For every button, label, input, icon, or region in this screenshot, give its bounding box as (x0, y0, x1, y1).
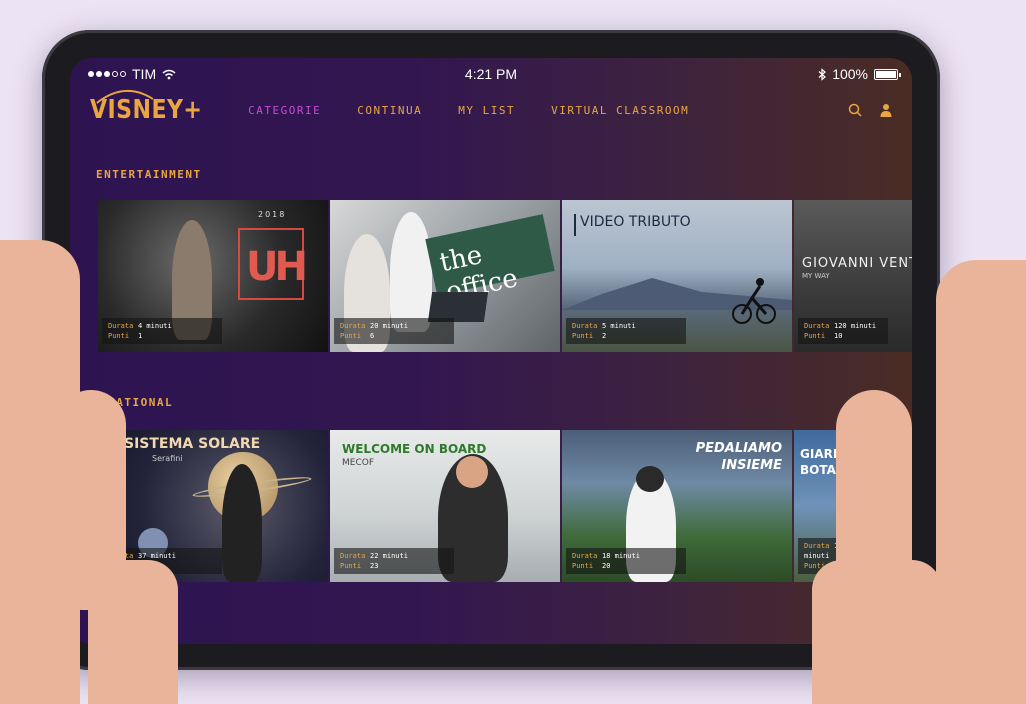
punti-value: 1 (138, 332, 143, 340)
helmet-image (636, 466, 664, 492)
right-palm (812, 560, 942, 704)
user-icon[interactable] (880, 103, 892, 117)
card-meta: Durata 5 minuti Punti 2 (566, 318, 686, 344)
video-card[interactable]: GIOVANNI VENTI MY WAY Durata 120 minuti P… (794, 200, 912, 352)
card-overlay-subtext: MECOF (342, 458, 374, 468)
status-bar: TIM 4:21 PM 100% (70, 58, 912, 88)
card-meta: Durata 20 minuti Punti 6 (334, 318, 454, 344)
durata-label: Durata (340, 322, 366, 330)
durata-label: Durata (340, 552, 366, 560)
logo-arc-icon (96, 89, 154, 104)
durata-label: Durata (572, 552, 598, 560)
nav-item-my-list[interactable]: MY LIST (458, 104, 515, 117)
card-meta: Durata 22 minuti Punti 23 (334, 548, 454, 574)
card-overlay-text: PEDALIAMO INSIEME (695, 441, 782, 473)
punti-value: 20 (602, 562, 611, 570)
punti-label: Punti (108, 332, 130, 340)
status-right: 100% (818, 66, 901, 82)
punti-value: 23 (370, 562, 379, 570)
title-bar-mark (574, 214, 576, 236)
punti-label: Punti (572, 562, 594, 570)
durata-label: Durata (804, 322, 830, 330)
nav-icons (848, 103, 892, 117)
person-figure (390, 212, 432, 332)
nav-item-continua[interactable]: CONTINUA (357, 104, 422, 117)
card-overlay-text: 2018 (258, 210, 287, 219)
durata-value: 37 minuti (138, 552, 176, 560)
row-educational: SISTEMA SOLARE Serafini Durata37 minuti … (98, 430, 912, 582)
punti-value: 6 (370, 332, 375, 340)
punti-label: Punti (340, 332, 362, 340)
durata-label: Durata (572, 322, 598, 330)
app-screen: TIM 4:21 PM 100% VISNEY+ CATEGORIE CONTI… (70, 58, 912, 644)
durata-value: 120 minuti (834, 322, 877, 330)
cyclist-image (732, 278, 776, 324)
app-logo[interactable]: VISNEY+ (90, 89, 202, 125)
durata-value: 5 minuti (602, 322, 636, 330)
video-card[interactable]: PEDALIAMO INSIEME Durata 18 minuti Punti 2… (562, 430, 792, 582)
section-title-entertainment: ENTERTAINMENT (96, 168, 202, 181)
durata-label: Durata (804, 542, 830, 550)
punti-label: Punti (572, 332, 594, 340)
durata-value: 20 minuti (370, 322, 408, 330)
card-overlay-text: VIDEO TRIBUTO (580, 214, 691, 230)
bluetooth-icon (818, 67, 827, 81)
punti-label: Punti (804, 332, 826, 340)
battery-icon (874, 68, 901, 80)
punti-label: Punti (340, 562, 362, 570)
durata-value: 4 minuti (138, 322, 172, 330)
presenter-figure (222, 464, 262, 582)
video-card[interactable]: UH 2018 Durata 4 minuti Punti 1 (98, 200, 328, 352)
video-card[interactable]: WELCOME ON BOARD MECOF Durata 22 minuti P… (330, 430, 560, 582)
search-icon[interactable] (848, 103, 862, 117)
status-time: 4:21 PM (464, 66, 518, 82)
card-meta: Durata 4 minuti Punti 1 (102, 318, 222, 344)
card-meta: Durata 18 minuti Punti 20 (566, 548, 686, 574)
durata-value: 18 minuti (602, 552, 640, 560)
punti-value: 2 (602, 332, 607, 340)
durata-label: Durata (108, 322, 134, 330)
video-card[interactable]: VIDEO TRIBUTO Durata 5 minuti Punti 2 (562, 200, 792, 352)
video-card[interactable]: the office Durata 20 minuti Punti 6 (330, 200, 560, 352)
card-overlay-subtext: MY WAY (802, 272, 830, 280)
battery-percent: 100% (832, 66, 868, 82)
right-hand (936, 260, 1026, 704)
left-palm (88, 560, 178, 704)
card-overlay-text: WELCOME ON BOARD (342, 442, 487, 456)
durata-value: 22 minuti (370, 552, 408, 560)
top-nav: VISNEY+ CATEGORIE CONTINUA MY LIST VIRTU… (90, 89, 892, 130)
card-meta: Durata 120 minuti Punti 10 (798, 318, 888, 344)
card-overlay-text: SISTEMA SOLARE (124, 436, 261, 452)
nav-item-virtual-classroom[interactable]: VIRTUAL CLASSROOM (551, 104, 689, 117)
row-entertainment: UH 2018 Durata 4 minuti Punti 1 the office… (98, 200, 912, 352)
card-overlay-subtext: Serafini (152, 454, 183, 463)
presenter-head (456, 456, 488, 488)
uh-logo-icon: UH (246, 244, 308, 290)
punti-value: 10 (834, 332, 843, 340)
card-overlay-text: GIOVANNI VENTI (802, 256, 912, 271)
nav-item-categorie[interactable]: CATEGORIE (248, 104, 321, 117)
